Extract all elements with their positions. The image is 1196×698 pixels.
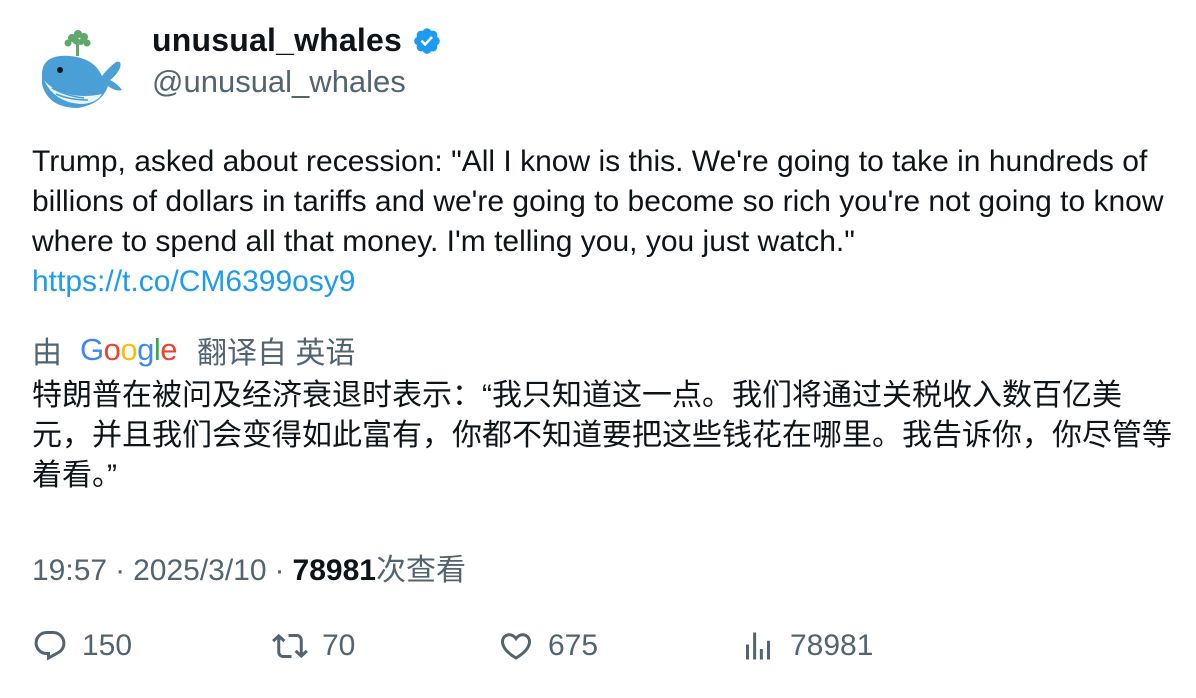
tweet-time[interactable]: 19:57: [32, 554, 107, 588]
action-bar: 150 70 675 78981: [32, 628, 1172, 678]
reply-icon: [34, 631, 66, 661]
translated-text: 特朗普在被问及经济衰退时表示：“我只知道这一点。我们将通过关税收入数百亿美元，并…: [32, 379, 1172, 492]
views-action-count: 78981: [790, 629, 874, 662]
views-count: 78981: [292, 554, 376, 587]
like-button[interactable]: 675: [498, 628, 598, 664]
translation-prefix: 由: [32, 337, 62, 370]
tweet-text: Trump, asked about recession: "All I kno…: [32, 142, 1172, 302]
tweet-link[interactable]: https://t.co/CM6399osy9: [32, 265, 356, 298]
views-button[interactable]: 78981: [740, 628, 873, 664]
meta-separator: ·: [115, 554, 126, 587]
author-name-row: unusual_whales: [152, 22, 442, 59]
translation-source-language[interactable]: 翻译自 英语: [197, 328, 355, 372]
analytics-icon: [746, 632, 770, 660]
verified-badge-icon: [414, 27, 440, 54]
reply-button[interactable]: 150: [32, 628, 132, 664]
views-label: 次查看: [375, 554, 466, 587]
retweet-button[interactable]: 70: [272, 628, 355, 664]
tweet-card: unusual_whales @unusual_whales Trump, as…: [0, 0, 1196, 698]
tweet-text-content: Trump, asked about recession: "All I kno…: [32, 145, 1164, 258]
retweet-count: 70: [322, 629, 356, 662]
tweet-date[interactable]: 2025/3/10: [133, 554, 266, 588]
heart-icon: [500, 633, 532, 660]
whale-avatar-icon[interactable]: [32, 24, 126, 118]
meta-separator: ·: [274, 554, 285, 587]
author-handle[interactable]: @unusual_whales: [152, 64, 406, 100]
display-name[interactable]: unusual_whales: [152, 22, 402, 59]
retweet-icon: [272, 633, 308, 659]
like-count: 675: [548, 629, 599, 662]
google-logo[interactable]: Google: [80, 332, 178, 368]
translation-attribution: 由 Google 翻译自 英语: [32, 328, 355, 372]
tweet-meta: 19:57 · 2025/3/10 · 78981 次查看: [32, 545, 466, 589]
reply-count: 150: [82, 629, 133, 662]
